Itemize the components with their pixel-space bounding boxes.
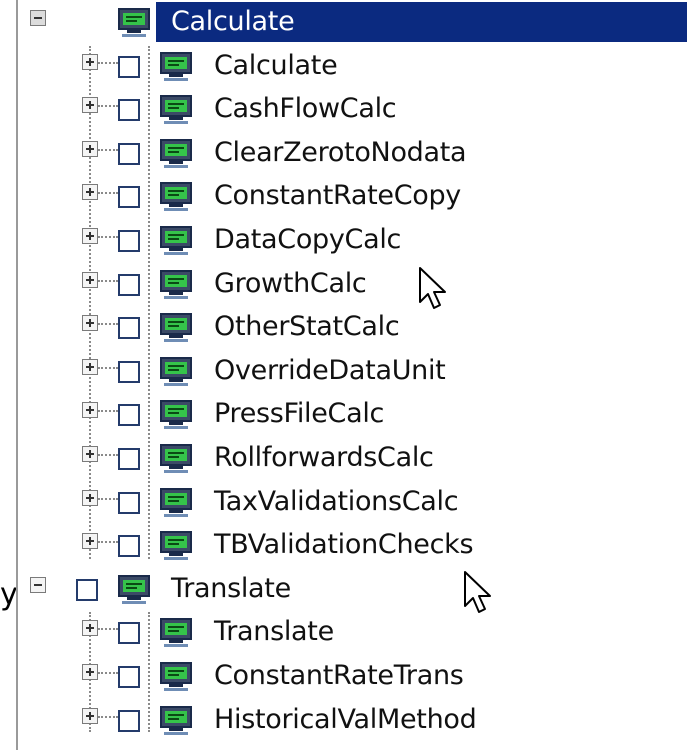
monitor-icon: [118, 574, 150, 605]
plus-box-icon[interactable]: [82, 97, 98, 114]
plus-box-icon[interactable]: [82, 53, 98, 70]
monitor-icon: [160, 705, 192, 736]
node-label: TBValidationChecks: [214, 529, 474, 561]
node-checkbox[interactable]: [118, 535, 140, 558]
monitor-icon: [160, 95, 192, 125]
tree-node[interactable]: ConstantRateTrans: [18, 654, 687, 698]
monitor-icon: [160, 269, 192, 300]
monitor-icon: [160, 531, 192, 561]
mouse-pointer-icon: [419, 267, 446, 309]
tree-node[interactable]: HistoricalValMethod: [18, 698, 687, 742]
minus-box-icon[interactable]: [30, 10, 46, 26]
monitor-icon: [160, 182, 192, 212]
plus-box-icon[interactable]: [82, 228, 98, 244]
node-checkbox[interactable]: [118, 404, 140, 427]
tree-node[interactable]: Translate: [18, 610, 687, 654]
tree-node[interactable]: ClearZerotoNodata: [18, 131, 687, 175]
monitor-icon: [160, 400, 192, 430]
node-checkbox[interactable]: [76, 578, 98, 601]
minus-box-icon[interactable]: [30, 576, 46, 593]
plus-box-icon[interactable]: [82, 707, 98, 724]
node-checkbox[interactable]: [118, 99, 140, 122]
tree-node[interactable]: TBValidationChecks: [18, 523, 687, 567]
node-label: OverrideDataUnit: [214, 354, 446, 386]
tree-node[interactable]: GrowthCalc: [18, 262, 687, 306]
node-checkbox[interactable]: [118, 360, 140, 383]
node-label: OtherStatCalc: [214, 311, 400, 343]
tree-node[interactable]: RollforwardsCalc: [18, 436, 687, 480]
node-label: HistoricalValMethod: [214, 703, 477, 735]
node-label: CashFlowCalc: [214, 93, 397, 125]
node-label: DataCopyCalc: [214, 224, 402, 255]
monitor-icon: [160, 487, 192, 518]
monitor-icon: [160, 662, 192, 692]
node-label: TaxValidationsCalc: [214, 485, 459, 517]
tree-node[interactable]: DataCopyCalc: [18, 218, 687, 262]
mouse-pointer-icon: [464, 571, 491, 613]
node-label: Calculate: [171, 6, 295, 37]
tree-node[interactable]: OverrideDataUnit: [18, 349, 687, 393]
node-checkbox[interactable]: [118, 273, 140, 296]
tree-group-node[interactable]: Calculate: [18, 0, 687, 44]
node-label: PressFileCalc: [214, 398, 385, 430]
plus-box-icon[interactable]: [82, 358, 98, 375]
plus-box-icon[interactable]: [82, 140, 98, 157]
node-checkbox[interactable]: [118, 709, 140, 732]
plus-box-icon[interactable]: [82, 315, 98, 332]
plus-box-icon[interactable]: [82, 533, 98, 550]
monitor-icon: [160, 51, 192, 82]
node-checkbox[interactable]: [118, 55, 140, 78]
monitor-icon: [160, 226, 192, 256]
tree-view[interactable]: Calculate Calculate CashFlowCalc ClearZerot…: [16, 0, 687, 750]
plus-box-icon[interactable]: [82, 664, 98, 680]
tree-node[interactable]: PressFileCalc: [18, 392, 687, 436]
tree-node[interactable]: ConstantRateCopy: [18, 174, 687, 218]
node-checkbox[interactable]: [118, 622, 140, 645]
monitor-icon: [160, 356, 192, 387]
node-checkbox[interactable]: [118, 230, 140, 252]
plus-box-icon[interactable]: [82, 402, 98, 419]
plus-box-icon[interactable]: [82, 489, 98, 506]
plus-box-icon[interactable]: [82, 271, 98, 288]
monitor-icon: [118, 8, 150, 38]
node-label: ConstantRateTrans: [214, 660, 464, 691]
plus-box-icon[interactable]: [82, 620, 98, 637]
monitor-icon: [160, 618, 192, 648]
monitor-icon: [160, 444, 192, 474]
tree-node[interactable]: Calculate: [18, 44, 687, 88]
node-checkbox[interactable]: [76, 12, 98, 34]
node-checkbox[interactable]: [118, 666, 140, 688]
node-checkbox[interactable]: [118, 317, 140, 340]
monitor-icon: [160, 313, 192, 343]
node-label: RollforwardsCalc: [214, 442, 434, 473]
node-checkbox[interactable]: [118, 142, 140, 165]
node-label: Translate: [214, 616, 334, 648]
tree-node[interactable]: CashFlowCalc: [18, 87, 687, 131]
plus-box-icon[interactable]: [82, 184, 98, 201]
monitor-icon: [160, 138, 192, 169]
node-label: ClearZerotoNodata: [214, 136, 467, 168]
plus-box-icon[interactable]: [82, 446, 98, 462]
node-checkbox[interactable]: [118, 186, 140, 209]
node-label: Calculate: [214, 49, 338, 81]
tree-node[interactable]: TaxValidationsCalc: [18, 480, 687, 524]
node-label: ConstantRateCopy: [214, 180, 461, 212]
node-label: Translate: [171, 572, 291, 604]
node-label: GrowthCalc: [214, 267, 367, 299]
tree-node[interactable]: OtherStatCalc: [18, 305, 687, 349]
tree-group-node[interactable]: Translate: [18, 567, 687, 611]
node-checkbox[interactable]: [118, 448, 140, 470]
node-checkbox[interactable]: [118, 491, 140, 514]
